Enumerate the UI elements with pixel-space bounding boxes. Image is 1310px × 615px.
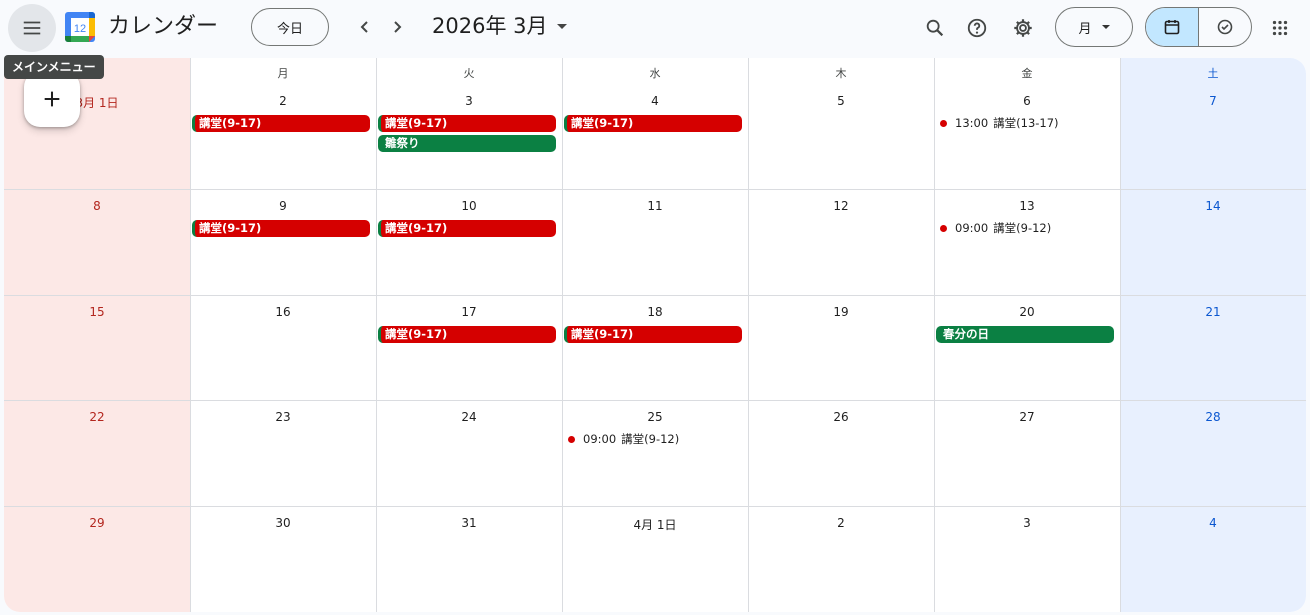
event-chip[interactable]: 春分の日: [936, 326, 1114, 343]
logo-day-number: 12: [74, 23, 86, 35]
event-time: 09:00: [955, 221, 989, 235]
day-number[interactable]: 7: [1120, 94, 1306, 108]
gear-icon: [1014, 19, 1032, 37]
top-bar: 12 カレンダー 今日 2026年 3月 月: [0, 0, 1310, 56]
app-title: カレンダー: [108, 14, 219, 39]
day-number[interactable]: 20: [934, 305, 1120, 319]
day-number[interactable]: 8: [4, 199, 190, 213]
apps-grid-icon: [1272, 20, 1288, 36]
task-check-icon: [1217, 19, 1233, 35]
day-number[interactable]: 15: [4, 305, 190, 319]
day-number[interactable]: 28: [1120, 410, 1306, 424]
day-number[interactable]: 16: [190, 305, 376, 319]
day-number[interactable]: 19: [748, 305, 934, 319]
timed-event[interactable]: 09:00 講堂(9-12): [568, 431, 679, 448]
day-number[interactable]: 30: [190, 516, 376, 530]
event-dot-icon: [568, 436, 575, 443]
day-number[interactable]: 4: [1120, 516, 1306, 530]
day-number[interactable]: 11: [562, 199, 748, 213]
main-menu-button[interactable]: [8, 4, 56, 52]
day-number[interactable]: 14: [1120, 199, 1306, 213]
previous-month-button[interactable]: [350, 12, 380, 42]
event-chip[interactable]: 講堂(9-17): [192, 220, 370, 237]
day-number[interactable]: 13: [934, 199, 1120, 213]
weekday-header: 土: [1207, 67, 1219, 80]
calendar-view-button[interactable]: [1146, 8, 1199, 46]
menu-icon: [23, 21, 41, 35]
weekday-header: 月: [277, 67, 289, 80]
main-menu-tooltip: メインメニュー: [4, 55, 104, 79]
weekday-header: 木: [835, 67, 847, 80]
weekday-header: 金: [1021, 67, 1033, 80]
event-chip[interactable]: 雛祭り: [378, 135, 556, 152]
day-number[interactable]: 4月 1日: [562, 516, 748, 533]
day-number[interactable]: 5: [748, 94, 934, 108]
chevron-down-icon: [1101, 25, 1110, 29]
event-chip[interactable]: 講堂(9-17): [378, 326, 556, 343]
day-number[interactable]: 21: [1120, 305, 1306, 319]
plus-icon: [44, 91, 60, 107]
day-number[interactable]: 17: [376, 305, 562, 319]
calendar-logo-icon[interactable]: 12: [64, 11, 96, 43]
event-chip[interactable]: 講堂(9-17): [378, 115, 556, 132]
month-title: 2026年 3月: [432, 14, 548, 38]
day-number[interactable]: 12: [748, 199, 934, 213]
view-selector-label: 月: [1078, 21, 1092, 37]
day-number[interactable]: 25: [562, 410, 748, 424]
search-button[interactable]: [915, 8, 955, 48]
help-icon: [967, 18, 987, 38]
settings-button[interactable]: [1003, 8, 1043, 48]
day-number[interactable]: 18: [562, 305, 748, 319]
search-icon: [926, 19, 944, 37]
apps-button[interactable]: [1260, 8, 1300, 48]
event-dot-icon: [940, 225, 947, 232]
day-number[interactable]: 24: [376, 410, 562, 424]
event-chip[interactable]: 講堂(9-17): [192, 115, 370, 132]
day-number[interactable]: 4: [562, 94, 748, 108]
view-selector[interactable]: 月: [1055, 7, 1133, 47]
next-month-button[interactable]: [382, 12, 412, 42]
chevron-left-icon: [360, 21, 368, 33]
day-number[interactable]: 22: [4, 410, 190, 424]
event-time: 13:00: [955, 116, 989, 130]
event-time: 09:00: [583, 432, 617, 446]
day-number[interactable]: 26: [748, 410, 934, 424]
event-title: 講堂(13-17): [993, 116, 1059, 130]
tasks-view-button[interactable]: [1199, 8, 1252, 46]
today-button[interactable]: 今日: [251, 8, 329, 46]
weekday-header: 火: [463, 67, 475, 80]
weekday-header: 水: [649, 67, 661, 80]
day-number[interactable]: 31: [376, 516, 562, 530]
day-number[interactable]: 6: [934, 94, 1120, 108]
event-title: 講堂(9-12): [993, 221, 1052, 235]
event-chip[interactable]: 講堂(9-17): [564, 115, 742, 132]
help-button[interactable]: [957, 8, 997, 48]
day-number[interactable]: 9: [190, 199, 376, 213]
day-number[interactable]: 3: [934, 516, 1120, 530]
day-number[interactable]: 2: [748, 516, 934, 530]
event-chip[interactable]: 講堂(9-17): [378, 220, 556, 237]
day-number[interactable]: 23: [190, 410, 376, 424]
timed-event[interactable]: 09:00 講堂(9-12): [940, 220, 1051, 237]
month-grid: 日月火水木金土3月 1日2講堂(9-17)3講堂(9-17)雛祭り4講堂(9-1…: [4, 58, 1306, 612]
calendar-icon: [1164, 20, 1180, 35]
day-number[interactable]: 3: [376, 94, 562, 108]
create-button[interactable]: [24, 71, 80, 127]
chevron-down-icon: [557, 23, 568, 29]
event-chip[interactable]: 講堂(9-17): [564, 326, 742, 343]
calendar-tasks-toggle: [1145, 7, 1252, 47]
event-title: 講堂(9-12): [621, 432, 680, 446]
event-dot-icon: [940, 120, 947, 127]
day-number[interactable]: 29: [4, 516, 190, 530]
chevron-right-icon: [394, 21, 402, 33]
timed-event[interactable]: 13:00 講堂(13-17): [940, 115, 1059, 132]
day-number[interactable]: 10: [376, 199, 562, 213]
day-number[interactable]: 27: [934, 410, 1120, 424]
day-number[interactable]: 2: [190, 94, 376, 108]
month-picker[interactable]: 2026年 3月: [432, 11, 568, 41]
